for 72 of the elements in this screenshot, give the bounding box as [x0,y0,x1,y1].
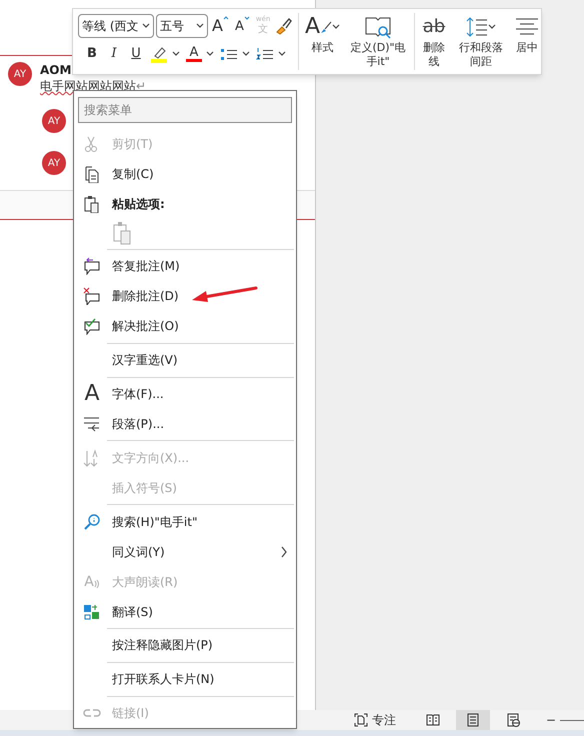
read-aloud-icon: A [84,574,100,589]
caret-icon[interactable] [488,24,496,30]
menu-item: 链接(I) [74,698,296,728]
numbered-list-icon[interactable] [256,46,274,62]
search-icon [83,512,101,531]
resolve-comment-icon [83,317,101,336]
menu-item[interactable]: 按注释隐藏图片(P) [74,630,296,660]
caret-icon[interactable] [172,51,180,57]
clipboard-icon [83,195,101,213]
copy-icon [83,165,101,183]
shrink-font-button[interactable]: A [232,14,252,38]
menu-item[interactable]: 段落(P)... [74,408,296,439]
avatar: AY [42,109,66,133]
menu-item[interactable]: 删除批注(D) [74,281,296,312]
define-button[interactable]: 定义(D)"电手it" [346,13,410,69]
read-view-icon [426,713,440,727]
avatar: AY [42,151,66,175]
print-layout-button[interactable] [456,710,490,730]
caret-icon[interactable] [206,51,214,57]
line-spacing-button[interactable]: 行和段落间距 [453,13,509,69]
menu-item: 剪切(T) [74,129,296,159]
menu-item[interactable]: 搜索(H)"电手it" [74,506,296,537]
bold-button[interactable]: B [84,44,100,64]
menu-item[interactable]: A 字体(F)... [74,378,296,409]
focus-icon [354,713,368,727]
font-icon: A [84,382,100,405]
zoom-out-button[interactable]: − [546,711,556,729]
underline-button[interactable]: U [128,44,144,64]
caret-icon[interactable] [242,51,250,57]
menu-item: A 大声朗读(R) [83,572,179,592]
chevron-right-icon [280,546,288,558]
paragraph-icon [83,414,101,433]
align-center-icon [515,17,539,37]
font-size-dropdown[interactable]: 五号 [156,14,208,38]
brush-icon [320,20,332,34]
grow-font-button[interactable]: A [210,14,231,38]
comment-author: AOM [40,62,72,78]
caret-icon[interactable] [278,51,286,57]
font-dropdown[interactable]: 等线 (西文 [78,14,154,38]
focus-button[interactable]: 专注 [348,710,402,730]
menu-item[interactable]: 打开联系人卡片(N) [74,664,296,694]
styles-button[interactable]: A 样式 [302,13,342,55]
search-menu-field[interactable]: 搜索菜单 [78,97,292,123]
arrow-annotation [190,286,258,304]
menu-item[interactable]: 粘贴选项: [74,189,296,219]
bullet-list-icon[interactable] [220,46,238,62]
menu-item[interactable]: 同义词(Y) [74,536,296,567]
translate-icon [83,602,101,621]
center-button[interactable]: 居中 [513,13,541,55]
caret-icon[interactable] [142,23,150,29]
caret-icon[interactable] [332,24,340,30]
menu-item[interactable]: 解决批注(O) [74,311,296,342]
print-view-icon [466,713,480,727]
menu-item: 文字方向(X)... [74,442,296,473]
menu-item: 插入符号(S) [111,480,178,497]
caret-icon[interactable] [196,23,204,29]
highlighter-icon[interactable] [150,45,168,63]
delete-comment-icon [83,287,101,306]
strikethrough-button[interactable]: ab 删除线 [419,13,449,69]
font-color-button[interactable]: A [186,46,202,62]
menu-item[interactable]: 答复批注(M) [74,251,296,282]
paragraph-mark: ↵ [136,78,146,94]
reply-comment-icon [83,257,101,276]
avatar: AY [8,62,32,86]
menu-item[interactable]: 翻译(S) [74,596,296,627]
sound-waves-icon [94,578,100,589]
menu-item[interactable]: 复制(C) [74,159,296,189]
menu-item[interactable]: 汉字重选(V) [74,345,296,376]
line-spacing-icon [466,16,488,38]
paintbrush-icon[interactable] [274,17,292,35]
web-view-icon [506,713,520,727]
italic-button[interactable]: I [106,44,122,64]
